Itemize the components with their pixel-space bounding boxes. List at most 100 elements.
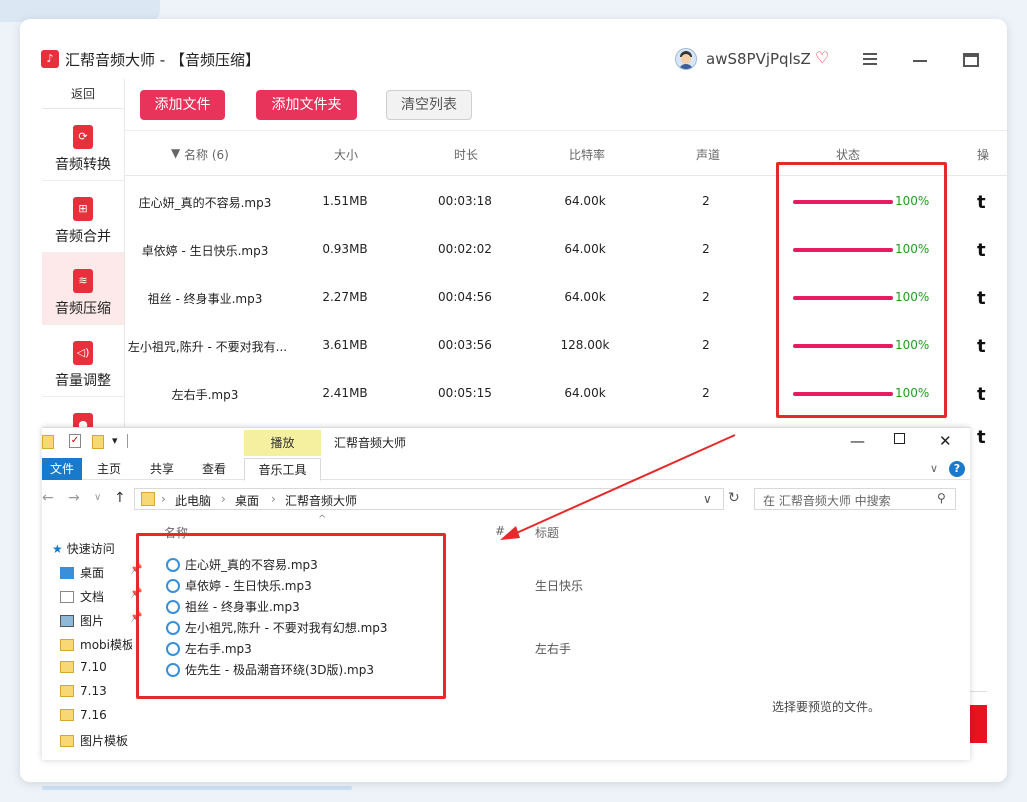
add-file-button[interactable]: 添加文件: [140, 90, 225, 120]
nav-item-folder[interactable]: mobi模板: [60, 636, 132, 653]
search-input[interactable]: 在 汇帮音频大师 中搜索 ⚲: [754, 488, 956, 510]
search-icon: ⚲: [937, 491, 946, 505]
file-channels: 2: [702, 290, 710, 304]
sidebar-item-compress[interactable]: ≋ 音频压缩: [42, 253, 124, 325]
file-bitrate: 64.00k: [564, 242, 606, 256]
folder-icon: [60, 661, 74, 673]
file-channels: 2: [702, 242, 710, 256]
sidebar-item-label: 音频压缩: [55, 301, 111, 317]
delete-icon[interactable]: t: [977, 288, 986, 309]
nav-item-folder[interactable]: 7.10: [60, 660, 107, 674]
compress-icon: ≋: [73, 269, 93, 293]
file-duration: 00:05:15: [438, 386, 492, 400]
column-header-title[interactable]: 标题: [535, 524, 559, 541]
nav-item-label: mobi模板: [80, 638, 132, 652]
column-header-ops: 操: [977, 148, 990, 162]
chevron-down-icon[interactable]: ∨: [930, 462, 938, 475]
vip-icon[interactable]: ♡: [815, 49, 829, 67]
back-arrow-icon[interactable]: ←: [42, 490, 54, 506]
delete-icon[interactable]: t: [977, 240, 986, 261]
volume-icon: ◁): [73, 341, 93, 365]
breadcrumb-item[interactable]: 桌面: [235, 492, 259, 509]
sidebar-item-merge[interactable]: ⊞ 音频合并: [42, 181, 124, 253]
nav-item-documents[interactable]: 文档: [60, 588, 104, 605]
avatar[interactable]: [675, 48, 697, 70]
menu-icon[interactable]: [863, 53, 877, 65]
tab-music-tools[interactable]: 音乐工具: [244, 458, 321, 481]
nav-item-folder[interactable]: 7.16: [60, 708, 107, 722]
new-folder-icon[interactable]: [92, 435, 104, 449]
address-bar[interactable]: › 此电脑 › 桌面 › 汇帮音频大师 ∨: [134, 488, 724, 510]
tab-share[interactable]: 共享: [150, 460, 174, 477]
file-size: 2.41MB: [322, 386, 368, 400]
file-name: 庄心妍_真的不容易.mp3: [138, 196, 272, 210]
delete-icon[interactable]: t: [977, 192, 986, 213]
chevron-down-icon[interactable]: ∨: [703, 492, 712, 506]
navigation-pane: ★ 快速访问 桌面 文档 图片 mobi模板 7.10 7.13 7.16 图片模…: [42, 524, 142, 754]
minimize-icon[interactable]: [913, 60, 927, 62]
delete-icon[interactable]: t: [977, 427, 986, 448]
column-header-status[interactable]: 状态: [836, 146, 860, 163]
search-placeholder: 在 汇帮音频大师 中搜索: [763, 494, 891, 508]
divider: [127, 434, 128, 448]
column-header-size[interactable]: 大小: [334, 146, 358, 163]
column-header-bitrate[interactable]: 比特率: [569, 146, 605, 163]
folder-icon: [42, 435, 54, 449]
nav-item-folder[interactable]: 图片模板: [60, 732, 128, 749]
file-title: 生日快乐: [535, 579, 584, 593]
sidebar-item-label: 音频合并: [55, 229, 111, 245]
sidebar-item-convert[interactable]: ⟳ 音频转换: [42, 109, 124, 181]
up-arrow-icon[interactable]: ↑: [114, 490, 126, 506]
start-button-edge[interactable]: [970, 705, 987, 743]
highlight-box-files: [136, 533, 446, 699]
breadcrumb-item[interactable]: 汇帮音频大师: [285, 492, 357, 509]
minimize-icon[interactable]: —: [850, 432, 865, 450]
sort-down-icon[interactable]: ▼: [171, 146, 180, 160]
play-context-tab[interactable]: 播放: [244, 430, 321, 456]
nav-item-desktop[interactable]: 桌面: [60, 564, 104, 581]
tab-file[interactable]: 文件: [42, 458, 82, 480]
chevron-down-icon[interactable]: ∨: [94, 492, 101, 503]
user-name[interactable]: awS8PVjPqlsZ: [706, 50, 811, 68]
nav-item-pictures[interactable]: 图片: [60, 612, 104, 629]
tab-home[interactable]: 主页: [97, 460, 121, 477]
add-folder-button[interactable]: 添加文件夹: [256, 90, 357, 120]
nav-item-quick-access[interactable]: ★ 快速访问: [52, 540, 115, 557]
nav-item-folder[interactable]: 7.13: [60, 684, 107, 698]
dropdown-icon[interactable]: ▾: [112, 434, 118, 447]
nav-item-label: 7.13: [80, 684, 107, 698]
clear-list-button[interactable]: 清空列表: [386, 90, 472, 120]
properties-icon[interactable]: ✓: [69, 434, 81, 448]
maximize-icon[interactable]: [894, 433, 905, 444]
file-size: 1.51MB: [322, 194, 368, 208]
column-header-number[interactable]: #: [495, 524, 505, 538]
folder-icon: [60, 709, 74, 721]
column-header-channels[interactable]: 声道: [696, 146, 720, 163]
breadcrumb-item[interactable]: 此电脑: [175, 492, 211, 509]
back-button[interactable]: 返回: [42, 79, 124, 109]
column-header-name[interactable]: 名称 (6): [184, 146, 229, 163]
nav-item-label: 文档: [80, 590, 105, 604]
file-duration: 00:02:02: [438, 242, 492, 256]
file-name: 左小祖咒,陈升 - 不要对我有...: [127, 340, 288, 354]
file-channels: 2: [702, 338, 710, 352]
help-icon[interactable]: ?: [949, 461, 965, 477]
column-header-duration[interactable]: 时长: [454, 146, 478, 163]
file-channels: 2: [702, 386, 710, 400]
merge-icon: ⊞: [73, 197, 93, 221]
divider: [970, 691, 987, 692]
close-icon[interactable]: ✕: [939, 432, 952, 450]
file-bitrate: 64.00k: [564, 194, 606, 208]
preview-hint: 选择要预览的文件。: [772, 700, 881, 714]
delete-icon[interactable]: t: [977, 336, 986, 357]
sidebar-item-label: 音频转换: [55, 157, 111, 173]
tab-view[interactable]: 查看: [202, 460, 226, 477]
forward-arrow-icon[interactable]: →: [68, 490, 80, 506]
delete-icon[interactable]: t: [977, 384, 986, 405]
convert-icon: ⟳: [73, 125, 93, 149]
maximize-icon[interactable]: [963, 53, 979, 67]
folder-icon: [60, 735, 74, 747]
nav-item-label: 7.10: [80, 660, 107, 674]
refresh-icon[interactable]: ↻: [728, 490, 740, 506]
sidebar-item-volume[interactable]: ◁) 音量调整: [42, 325, 124, 397]
